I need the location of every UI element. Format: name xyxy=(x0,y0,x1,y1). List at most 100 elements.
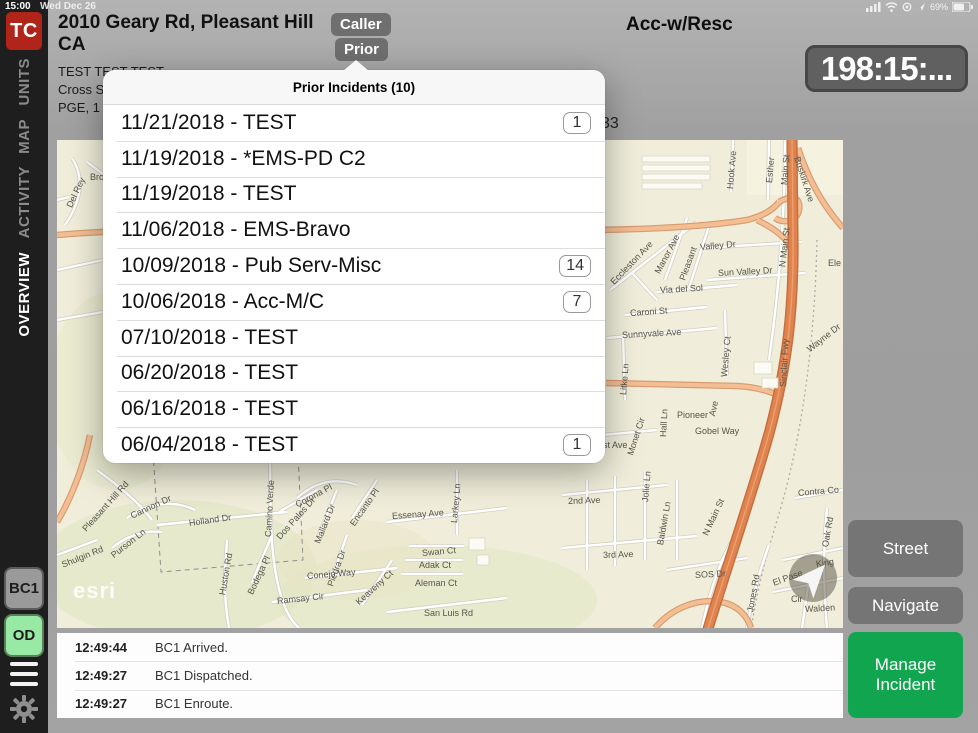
map-street-label: Jones Rd xyxy=(745,574,761,613)
prior-incident-row[interactable]: 06/04/2018 - TEST1 xyxy=(103,427,605,463)
prior-incident-row[interactable]: 11/19/2018 - *EMS-PD C2 xyxy=(103,141,605,177)
prior-incident-row[interactable]: 11/06/2018 - EMS-Bravo xyxy=(103,212,605,248)
incident-type: Acc-w/Resc xyxy=(626,14,733,36)
map-street-label: Huston Rd xyxy=(217,552,234,596)
map-street-label: Essenay Ave xyxy=(392,507,444,521)
app-root: 2010 Geary Rd, Pleasant Hill CA TEST TES… xyxy=(0,0,978,733)
map-street-label: Purson Ln xyxy=(109,527,147,560)
activity-log-row: 12:49:27BC1 Enroute. xyxy=(57,690,843,718)
activity-log-list: 12:49:44BC1 Arrived.12:49:27BC1 Dispatch… xyxy=(57,633,843,718)
prior-incident-row[interactable]: 06/16/2018 - TEST xyxy=(103,391,605,427)
status-date: Wed Dec 26 xyxy=(40,1,96,12)
map-street-label: Buskirk Ave xyxy=(792,155,816,203)
caller-button[interactable]: Caller xyxy=(331,13,391,36)
map-street-label: Ele xyxy=(828,258,841,268)
map-street-label: Caroni St xyxy=(630,305,668,318)
sidebar: TC UNITS MAP ACTIVITY OVERVIEW BC1OD xyxy=(0,0,48,733)
unit-badge-bc1[interactable]: BC1 xyxy=(4,567,44,610)
status-time: 15:00 xyxy=(5,1,31,12)
sidebar-tab-units[interactable]: UNITS xyxy=(16,58,33,106)
prior-incident-label: 11/21/2018 - TEST xyxy=(121,111,563,135)
map-street-label: N Main St xyxy=(700,497,726,537)
prior-incident-label: 06/20/2018 - TEST xyxy=(121,361,591,385)
cellular-signal-icon xyxy=(866,2,881,12)
map-street-label: Walden xyxy=(805,602,836,614)
battery-percent: 69% xyxy=(930,2,948,12)
map-street-label: Bodega Pl xyxy=(245,554,272,596)
map-street-label: San Luis Rd xyxy=(424,608,473,618)
unit-badge-od[interactable]: OD xyxy=(4,614,44,657)
rotation-lock-icon xyxy=(902,2,912,12)
map-street-label: Sinclair Fwy xyxy=(778,338,791,387)
map-street-label: Pleasant xyxy=(677,245,698,281)
tc-app-logo[interactable]: TC xyxy=(6,12,42,50)
map-street-label: Jolie Ln xyxy=(640,471,653,503)
log-message: BC1 Enroute. xyxy=(155,696,233,711)
map-street-label: Shulgin Rd xyxy=(60,544,105,570)
map-street-label: Keaveny Ct xyxy=(354,568,395,607)
prior-incident-label: 11/19/2018 - TEST xyxy=(121,182,591,206)
map-street-label: Cannon Dr xyxy=(129,493,173,520)
settings-gear-icon[interactable] xyxy=(9,694,39,724)
map-street-label: Baldwin Ln xyxy=(655,501,672,546)
map-street-label: Mallard Dr xyxy=(312,503,337,545)
map-street-label: Valley Dr xyxy=(700,239,737,252)
menu-icon[interactable] xyxy=(10,662,38,686)
sidebar-tab-activity[interactable]: ACTIVITY xyxy=(16,166,33,238)
map-street-label: Wesley Ct xyxy=(719,336,733,378)
street-button[interactable]: Street xyxy=(848,520,963,577)
prior-incident-row[interactable]: 11/21/2018 - TEST1 xyxy=(103,105,605,141)
prior-incident-label: 10/09/2018 - Pub Serv-Misc xyxy=(121,254,559,278)
incident-timer[interactable]: 198:15:... xyxy=(805,45,968,92)
map-street-label: Encanto Pl xyxy=(348,486,381,527)
map-street-label: Camino Verde xyxy=(263,480,276,537)
map-street-label: 3rd Ave xyxy=(603,549,634,560)
prior-incident-row[interactable]: 07/10/2018 - TEST xyxy=(103,320,605,356)
map-street-label: Wayne Dr xyxy=(805,322,842,354)
prior-incident-row[interactable]: 10/09/2018 - Pub Serv-Misc14 xyxy=(103,248,605,284)
map-street-label: N Main St xyxy=(777,227,792,267)
map-street-label: Gobel Way xyxy=(695,426,739,436)
navigate-button[interactable]: Navigate xyxy=(848,587,963,624)
prior-incident-label: 06/04/2018 - TEST xyxy=(121,433,563,457)
activity-log-row: 12:49:44 BC1 Arrived. xyxy=(57,633,843,661)
map-street-label: Pioneer xyxy=(677,410,708,420)
incident-address: 2010 Geary Rd, Pleasant Hill CA xyxy=(58,12,343,56)
map-street-label: Bro xyxy=(90,172,104,182)
prior-incidents-popover: Prior Incidents (10) 11/21/2018 - TEST11… xyxy=(103,70,605,463)
log-time: 12:49:44 xyxy=(75,640,137,655)
log-message: BC1 Arrived. xyxy=(155,640,228,655)
sidebar-tab-overview[interactable]: OVERVIEW xyxy=(16,252,33,337)
map-street-label: Monet Cir xyxy=(625,416,647,456)
map-street-label: 2nd Ave xyxy=(568,495,601,506)
prior-incident-row[interactable]: 11/19/2018 - TEST xyxy=(103,177,605,213)
map-street-label: Via del Sol xyxy=(660,283,703,295)
map-street-label: Esther xyxy=(764,157,776,184)
map-street-label: SOS Dr xyxy=(695,568,726,580)
prior-incident-label: 07/10/2018 - TEST xyxy=(121,326,591,350)
map-street-label: Ave xyxy=(707,400,720,417)
sidebar-tabs: UNITS MAP ACTIVITY OVERVIEW xyxy=(0,58,48,336)
prior-incidents-list: 11/21/2018 - TEST111/19/2018 - *EMS-PD C… xyxy=(103,105,605,463)
battery-icon xyxy=(952,2,973,12)
map-street-label: Manor Ave xyxy=(653,233,682,276)
manage-incident-button[interactable]: Manage Incident xyxy=(848,632,963,718)
map-street-label: Litke Ln xyxy=(618,363,631,395)
map-street-label: Hall Ln xyxy=(658,409,669,438)
log-time: 12:49:27 xyxy=(75,668,137,683)
incident-count-badge: 14 xyxy=(559,255,591,277)
prior-incident-row[interactable]: 10/06/2018 - Acc-M/C7 xyxy=(103,284,605,320)
map-locate-compass-icon[interactable] xyxy=(788,553,838,603)
map-street-label: Holland Dr xyxy=(188,512,232,528)
map-street-label: Contra Co xyxy=(798,484,840,498)
popover-arrow xyxy=(343,60,369,71)
unit-badges: BC1OD xyxy=(4,567,44,657)
map-street-label: Main St xyxy=(779,154,792,185)
prior-incident-row[interactable]: 06/20/2018 - TEST xyxy=(103,356,605,392)
map-street-label: Sunnyvale Ave xyxy=(622,327,682,340)
map-street-label: Pleasant Hill Rd xyxy=(80,479,130,533)
sidebar-tab-map[interactable]: MAP xyxy=(16,119,33,154)
prior-button[interactable]: Prior xyxy=(335,38,388,61)
incident-count-badge: 1 xyxy=(563,434,591,456)
incident-count-badge: 1 xyxy=(563,112,591,134)
